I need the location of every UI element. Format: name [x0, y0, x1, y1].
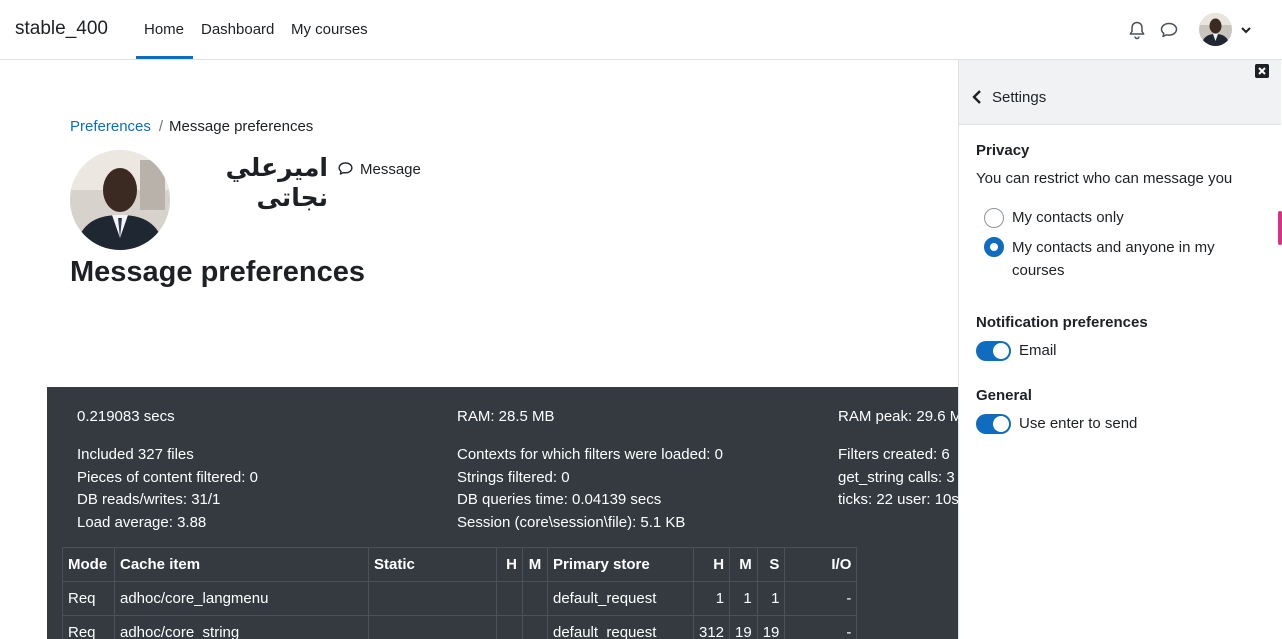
- col-mode: Mode: [62, 547, 115, 582]
- perf-session: Session (core\session\file): 5.1 KB: [457, 513, 686, 531]
- nav-dashboard[interactable]: Dashboard: [201, 21, 274, 38]
- col-static-m: M: [522, 547, 548, 582]
- cell-store-m: 19: [729, 615, 758, 639]
- cell-cache-item: adhoc/core_langmenu: [114, 581, 369, 616]
- perf-strings: Strings filtered: 0: [457, 468, 570, 486]
- cell-io: -: [784, 615, 858, 639]
- cache-table: Mode Cache item Static H M Primary store…: [62, 547, 858, 639]
- profile-name: امیرعلي نجاتی: [225, 154, 328, 212]
- col-primary-store: Primary store: [547, 547, 694, 582]
- col-cache-item: Cache item: [114, 547, 369, 582]
- perf-column-2: RAM: 28.5 MB Contexts for which filters …: [457, 406, 723, 534]
- performance-info-panel: 0.219083 secs Included 327 files Pieces …: [47, 387, 959, 639]
- perf-time: 0.219083 secs: [77, 408, 175, 425]
- col-static: Static: [368, 547, 497, 582]
- radio-label-contacts-and-courses[interactable]: My contacts and anyone in my courses: [1012, 236, 1252, 282]
- cell-cache-item: adhoc/core_string: [114, 615, 369, 639]
- privacy-heading: Privacy: [976, 142, 1030, 159]
- active-nav-indicator: [136, 56, 193, 59]
- cell-static: [368, 615, 497, 639]
- chat-bubble-icon[interactable]: [1159, 20, 1179, 40]
- col-store-m: M: [729, 547, 758, 582]
- breadcrumb: Preferences / Message preferences: [70, 118, 313, 135]
- email-toggle[interactable]: [976, 341, 1011, 361]
- cell-static-m: [522, 581, 548, 616]
- close-icon[interactable]: [1255, 64, 1269, 78]
- breadcrumb-preferences-link[interactable]: Preferences: [70, 118, 151, 135]
- page-title: Message preferences: [70, 256, 365, 288]
- col-io: I/O: [784, 547, 858, 582]
- cell-primary-store: default_request: [547, 581, 694, 616]
- message-user-link[interactable]: Message: [337, 160, 421, 178]
- col-static-h: H: [496, 547, 523, 582]
- top-navbar: stable_400 Home Dashboard My courses: [0, 0, 1282, 60]
- breadcrumb-current: Message preferences: [169, 118, 314, 135]
- cell-io: -: [784, 581, 858, 616]
- table-row: Req adhoc/core_langmenu default_request …: [62, 581, 858, 616]
- cell-static-h: [496, 581, 523, 616]
- cache-table-header: Mode Cache item Static H M Primary store…: [62, 547, 858, 582]
- perf-filtered: Pieces of content filtered: 0: [77, 468, 258, 486]
- radio-contacts-and-courses[interactable]: [984, 237, 1004, 257]
- cell-primary-store: default_request: [547, 615, 694, 639]
- col-store-s: S: [756, 547, 786, 582]
- nav-home[interactable]: Home: [144, 21, 184, 38]
- col-store-h: H: [692, 547, 731, 582]
- cell-static-h: [496, 615, 523, 639]
- nav-my-courses[interactable]: My courses: [291, 21, 368, 38]
- perf-files: Included 327 files: [77, 445, 194, 463]
- enter-to-send-toggle[interactable]: [976, 414, 1011, 434]
- cell-store-s: 19: [756, 615, 786, 639]
- perf-ram: RAM: 28.5 MB: [457, 408, 555, 425]
- radio-label-contacts-only[interactable]: My contacts only: [1012, 206, 1252, 229]
- perf-get-string: get_string calls: 3: [838, 468, 955, 486]
- user-avatar[interactable]: [1199, 13, 1232, 46]
- bell-icon[interactable]: [1127, 20, 1147, 40]
- cell-store-h: 312: [692, 615, 731, 639]
- profile-picture: [70, 150, 170, 250]
- message-icon: [338, 162, 353, 175]
- drawer-header: Settings: [959, 60, 1281, 125]
- breadcrumb-separator: /: [158, 118, 164, 135]
- cell-store-s: 1: [756, 581, 786, 616]
- partial-edge-element: [1278, 211, 1282, 245]
- notification-preferences-heading: Notification preferences: [976, 314, 1148, 331]
- drawer-title: Settings: [992, 89, 1047, 106]
- general-heading: General: [976, 387, 1032, 404]
- cell-store-m: 1: [729, 581, 758, 616]
- perf-column-3: RAM peak: 29.6 M Filters created: 6 get_…: [838, 406, 959, 512]
- perf-db: DB reads/writes: 31/1: [77, 491, 221, 509]
- enter-to-send-label[interactable]: Use enter to send: [1019, 415, 1137, 432]
- perf-dbtime: DB queries time: 0.04139 secs: [457, 491, 662, 509]
- message-settings-drawer: Settings Privacy You can restrict who ca…: [958, 60, 1281, 639]
- radio-contacts-only[interactable]: [984, 208, 1004, 228]
- cell-static-m: [522, 615, 548, 639]
- privacy-description: You can restrict who can message you: [976, 170, 1233, 187]
- perf-filters: Filters created: 6: [838, 445, 950, 463]
- cell-mode: Req: [62, 581, 115, 616]
- table-row: Req adhoc/core_string default_request 31…: [62, 615, 858, 639]
- perf-column-1: 0.219083 secs Included 327 files Pieces …: [77, 406, 258, 534]
- cell-store-h: 1: [692, 581, 731, 616]
- site-brand[interactable]: stable_400: [15, 18, 108, 40]
- cell-static: [368, 581, 497, 616]
- cell-mode: Req: [62, 615, 115, 639]
- chevron-down-icon[interactable]: [1240, 24, 1252, 36]
- perf-load: Load average: 3.88: [77, 513, 207, 531]
- perf-ticks: ticks: 22 user: 10s: [838, 491, 959, 509]
- perf-contexts: Contexts for which filters were loaded: …: [457, 445, 723, 463]
- message-label: Message: [360, 161, 421, 178]
- perf-ram-peak: RAM peak: 29.6 M: [838, 408, 959, 425]
- email-toggle-label[interactable]: Email: [1019, 342, 1057, 359]
- chevron-left-icon[interactable]: [971, 89, 983, 105]
